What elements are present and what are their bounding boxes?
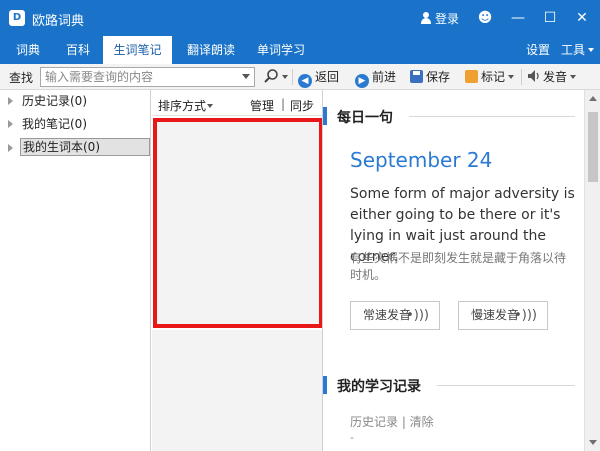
tree-item-notes[interactable]: 我的笔记(0) — [0, 115, 150, 133]
chevron-down-icon — [570, 75, 577, 79]
tree-item-label: 我的生词本(0) — [20, 138, 150, 156]
main-tab-bar: 词典 百科 生词笔记 翻译朗读 单词学习 设置 工具 — [0, 36, 600, 64]
word-list-panel: 排序方式 管理 | 同步 — [152, 90, 323, 451]
maximize-button[interactable]: ☐ — [540, 8, 560, 28]
back-arrow-icon: ◀ — [298, 74, 312, 88]
search-history-dropdown-icon[interactable] — [242, 74, 250, 79]
divider — [437, 385, 575, 386]
sort-label: 排序方式 — [158, 99, 207, 113]
tools-menu[interactable]: 工具 — [561, 36, 595, 64]
section-accent — [323, 376, 327, 394]
sync-button[interactable]: 同步 — [290, 97, 314, 114]
login-label: 登录 — [435, 12, 460, 26]
feedback-smiley-icon[interactable]: ☻ — [475, 8, 495, 28]
divider — [409, 116, 575, 117]
study-history-clear-link[interactable]: 历史记录 | 清除 — [350, 413, 434, 430]
content-panel: 每日一句 September 24 Some form of major adv… — [322, 90, 584, 451]
bookmark-icon — [465, 70, 478, 83]
sound-wave-icon: •))) — [406, 308, 429, 323]
sound-wave-icon: •))) — [514, 308, 537, 323]
forward-label: 前进 — [372, 70, 397, 84]
slow-speed-audio-button[interactable]: 慢速发音 •))) — [458, 301, 548, 330]
expand-triangle-icon[interactable] — [8, 97, 13, 105]
search-input[interactable] — [41, 68, 237, 86]
minimize-button[interactable]: — — [508, 8, 528, 28]
chevron-down-icon — [508, 75, 515, 79]
search-button[interactable] — [263, 67, 288, 87]
mark-label: 标记 — [481, 70, 506, 84]
search-label: 查找 — [9, 71, 34, 85]
tree-item-label: 历史记录(0) — [22, 94, 87, 108]
save-icon — [410, 70, 423, 83]
sidebar-tree: 历史记录(0) 我的笔记(0) 我的生词本(0) — [0, 90, 151, 451]
tab-dictionary[interactable]: 词典 — [8, 36, 48, 64]
user-icon — [420, 12, 432, 24]
tab-translate-read[interactable]: 翻译朗读 — [180, 36, 242, 64]
daily-quote-chinese: 有些灾祸不是即刻发生就是藏于角落以待时机。 — [350, 251, 567, 282]
toolbar: 查找 ◀返回 ▶前进 保存 标记 发音 — [0, 64, 600, 90]
slow-speed-label: 慢速发音 — [471, 308, 520, 322]
tab-word-notes[interactable]: 生词笔记 — [103, 36, 172, 64]
word-list-header: 排序方式 管理 | 同步 — [152, 90, 322, 116]
tree-item-wordbook[interactable]: 我的生词本(0) — [0, 138, 150, 157]
vertical-scrollbar[interactable] — [584, 90, 600, 451]
sort-dropdown[interactable]: 排序方式 — [158, 97, 214, 114]
forward-arrow-icon: ▶ — [355, 74, 369, 88]
search-icon — [264, 69, 278, 83]
tree-item-label: 我的笔记(0) — [22, 117, 87, 131]
back-button[interactable]: ◀ 返回 — [298, 67, 340, 88]
divider: | — [281, 97, 286, 111]
study-record-title: 我的学习记录 — [337, 379, 421, 395]
back-label: 返回 — [315, 70, 340, 84]
scroll-down-arrow-icon[interactable] — [589, 440, 597, 445]
normal-speed-label: 常速发音 — [363, 308, 412, 322]
close-button[interactable]: ✕ — [572, 8, 592, 28]
tab-word-learning[interactable]: 单词学习 — [250, 36, 312, 64]
daily-date: September 24 — [350, 148, 493, 172]
speaker-icon — [528, 70, 539, 82]
divider — [292, 69, 293, 85]
word-list[interactable] — [153, 118, 323, 328]
login-button[interactable]: 登录 — [420, 10, 459, 27]
expand-triangle-icon[interactable] — [8, 120, 13, 128]
mark-button[interactable]: 标记 — [465, 67, 515, 87]
divider — [521, 69, 522, 85]
settings-menu[interactable]: 设置 — [526, 36, 550, 64]
chevron-down-icon — [588, 48, 595, 52]
speak-button[interactable]: 发音 — [527, 67, 577, 87]
expand-triangle-icon[interactable] — [8, 144, 13, 152]
study-record-empty: - — [350, 431, 354, 444]
section-accent — [323, 107, 327, 125]
tab-encyclopedia[interactable]: 百科 — [58, 36, 98, 64]
search-box — [40, 67, 255, 87]
chevron-down-icon — [207, 104, 214, 108]
tree-item-history[interactable]: 历史记录(0) — [0, 92, 150, 110]
tools-label: 工具 — [561, 43, 586, 57]
scrollbar-thumb[interactable] — [588, 112, 598, 182]
save-button[interactable]: 保存 — [410, 67, 450, 87]
app-title: 欧路词典 — [32, 14, 85, 29]
save-label: 保存 — [426, 70, 451, 84]
scroll-up-arrow-icon[interactable] — [589, 96, 597, 101]
speak-label: 发音 — [543, 70, 568, 84]
app-logo-icon: D — [9, 10, 25, 26]
title-bar: D 欧路词典 登录 ☻ — ☐ ✕ — [0, 0, 600, 36]
forward-button[interactable]: ▶ 前进 — [355, 67, 397, 88]
word-list-empty-area — [152, 330, 322, 451]
daily-sentence-title: 每日一句 — [337, 110, 393, 126]
normal-speed-audio-button[interactable]: 常速发音 •))) — [350, 301, 440, 330]
manage-button[interactable]: 管理 — [250, 97, 274, 114]
chevron-down-icon — [282, 75, 288, 79]
